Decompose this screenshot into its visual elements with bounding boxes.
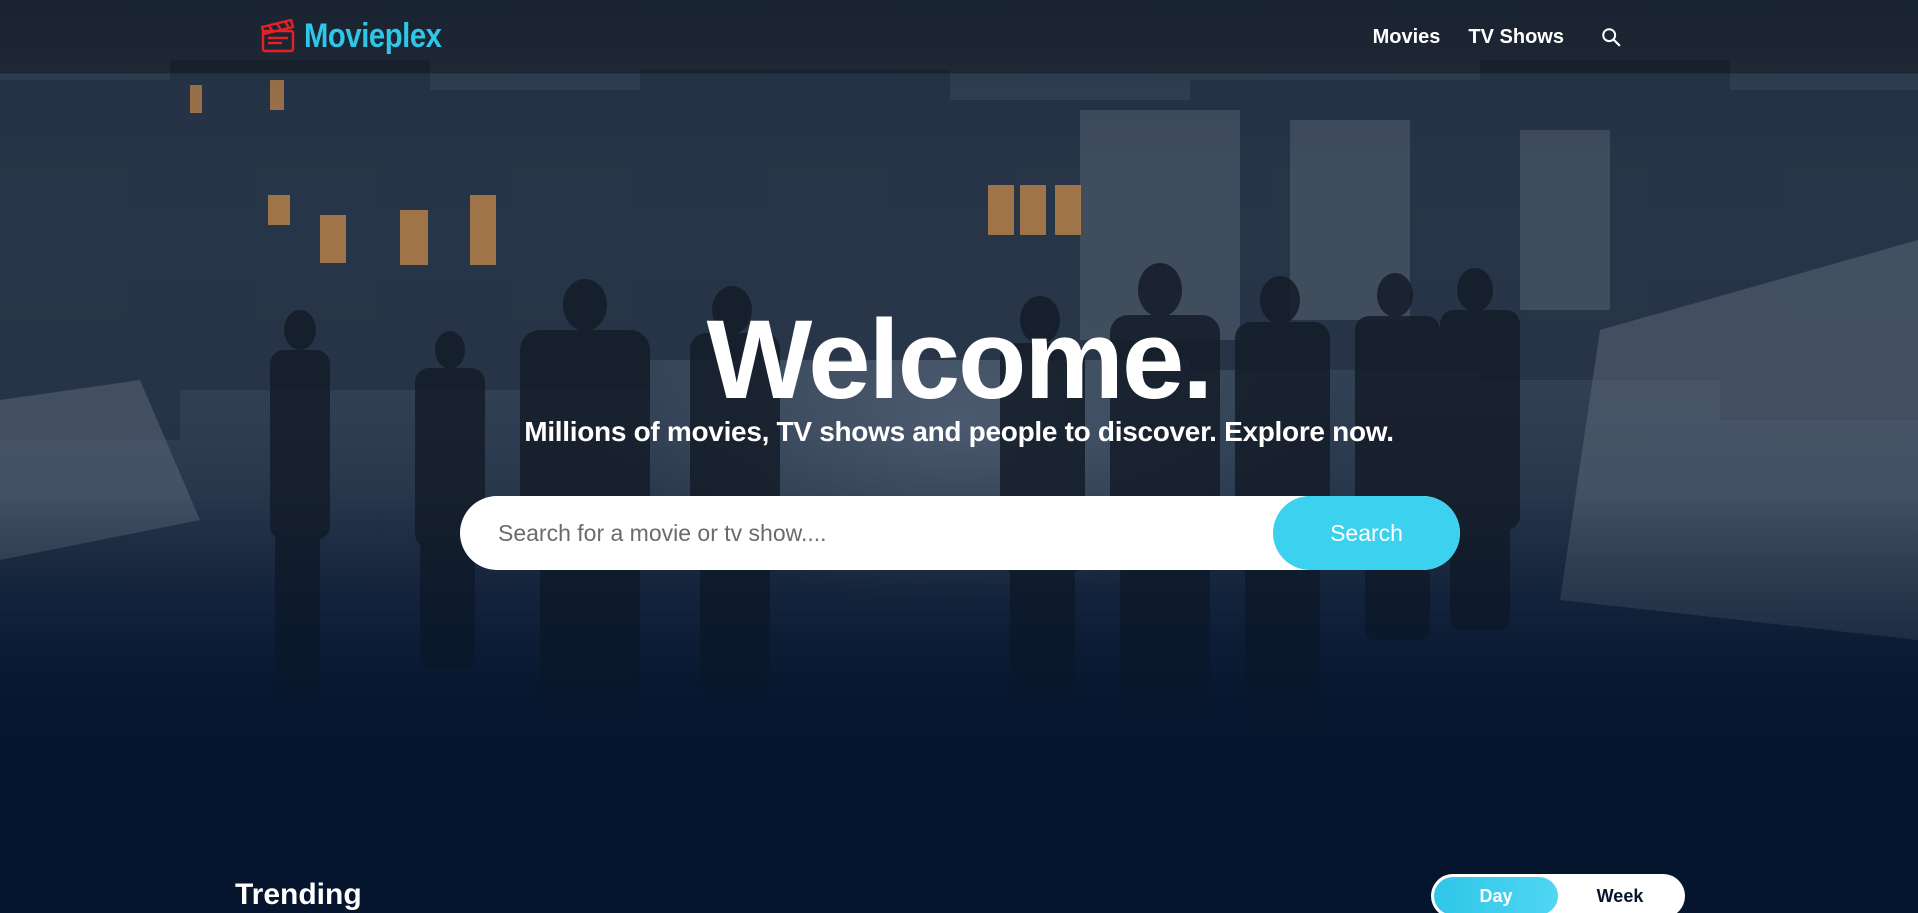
search-input[interactable] [460,496,1273,570]
logo-text: Movieplex [304,16,442,55]
logo[interactable]: Movieplex [258,14,464,58]
search-bar: Search [460,496,1460,570]
hero-title: Welcome. [706,297,1214,422]
site-header: Movieplex Movies TV Shows [0,0,1918,74]
search-button[interactable]: Search [1273,496,1460,570]
hero-subtitle: Millions of movies, TV shows and people … [524,416,1394,447]
nav-item-movies[interactable]: Movies [1373,26,1441,49]
toggle-week[interactable]: Week [1558,877,1682,913]
search-icon[interactable] [1600,26,1622,48]
trending-title: Trending [235,878,362,911]
trending-period-toggle: Day Week [1431,874,1685,913]
toggle-day[interactable]: Day [1434,877,1558,913]
clapperboard-icon [260,18,295,53]
main-nav: Movies TV Shows [1373,22,1622,52]
nav-item-tv-shows[interactable]: TV Shows [1468,26,1564,49]
